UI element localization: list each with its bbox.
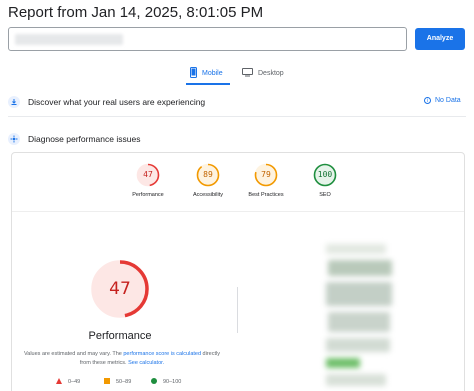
tab-desktop-label: Desktop xyxy=(258,69,284,77)
card-divider xyxy=(12,211,464,212)
see-calculator-link[interactable]: See calculator. xyxy=(128,360,164,366)
page-title: Report from Jan 14, 2025, 8:01:05 PM xyxy=(8,4,264,21)
score-accessibility[interactable]: 89 Accessibility xyxy=(178,163,238,198)
no-data-link[interactable]: i No Data xyxy=(424,97,461,104)
legend-fail: 0–49 xyxy=(56,378,80,386)
score-value: 100 xyxy=(317,170,333,179)
score-label: Performance xyxy=(132,192,164,198)
note-text: Values are estimated and may vary. The xyxy=(24,351,124,357)
score-label: Best Practices xyxy=(248,192,284,198)
crux-section-header: Discover what your real users are experi… xyxy=(8,96,205,108)
url-input[interactable] xyxy=(8,27,407,51)
score-calculated-link[interactable]: performance score is calculated xyxy=(123,351,201,357)
diagnose-section-title: Diagnose performance issues xyxy=(28,134,141,144)
square-icon xyxy=(104,378,110,386)
diagnose-section-header: Diagnose performance issues xyxy=(8,133,140,145)
lighthouse-icon xyxy=(8,133,20,145)
url-value-redacted xyxy=(15,34,123,45)
score-performance[interactable]: 47 Performance xyxy=(118,163,178,198)
section-divider xyxy=(8,116,466,117)
info-icon: i xyxy=(424,97,431,104)
analyze-button[interactable]: Analyze xyxy=(415,28,465,50)
legend-label: 50–89 xyxy=(116,379,132,385)
tab-mobile-label: Mobile xyxy=(202,69,223,77)
legend-label: 90–100 xyxy=(163,379,182,385)
score-label: Accessibility xyxy=(193,192,223,198)
score-seo[interactable]: 100 SEO xyxy=(295,163,355,198)
legend-average: 50–89 xyxy=(104,378,131,386)
lighthouse-report-card: 47 Performance 89 Accessibility 79 Best … xyxy=(11,152,465,391)
legend-label: 0–49 xyxy=(68,379,81,385)
score-value: 79 xyxy=(261,170,271,179)
score-best-practices[interactable]: 79 Best Practices xyxy=(236,163,296,198)
performance-score-large: 47 xyxy=(109,279,131,299)
score-value: 47 xyxy=(143,170,153,179)
tab-selected-indicator xyxy=(186,83,230,85)
performance-gauge-large: 47 xyxy=(90,259,150,319)
performance-title: Performance xyxy=(88,330,152,342)
score-value: 89 xyxy=(203,170,213,179)
triangle-icon xyxy=(56,378,62,386)
page-screenshot-blurred xyxy=(322,244,396,391)
crux-section-title: Discover what your real users are experi… xyxy=(28,97,206,107)
tab-desktop[interactable]: Desktop xyxy=(242,64,284,82)
circle-icon xyxy=(151,378,157,386)
performance-note: Values are estimated and may vary. The p… xyxy=(22,350,222,368)
vertical-separator xyxy=(237,287,238,333)
legend-pass: 90–100 xyxy=(151,378,181,386)
users-icon xyxy=(8,96,20,108)
score-gauge: 100 xyxy=(313,163,337,187)
phone-icon xyxy=(190,66,197,80)
score-gauge: 79 xyxy=(254,163,278,187)
score-gauge: 47 xyxy=(136,163,160,187)
score-gauge: 89 xyxy=(196,163,220,187)
monitor-icon xyxy=(242,67,253,79)
score-label: SEO xyxy=(319,192,331,198)
tab-mobile[interactable]: Mobile xyxy=(190,64,223,82)
no-data-label: No Data xyxy=(435,97,461,104)
